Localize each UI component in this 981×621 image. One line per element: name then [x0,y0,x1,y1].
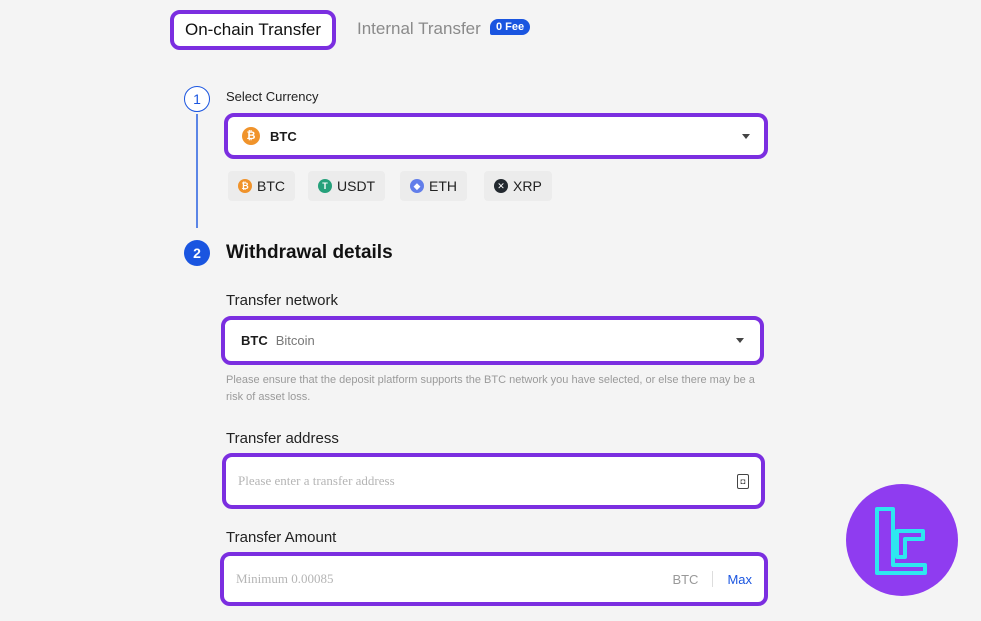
btc-coin-icon: ₿ [242,127,260,145]
tab-onchain-transfer[interactable]: On-chain Transfer [170,10,336,50]
xrp-coin-icon: ✕ [494,179,508,193]
step-2-indicator: 2 [184,240,210,266]
address-book-icon[interactable]: ◘ [737,473,749,489]
currency-select[interactable]: ₿ BTC [224,113,768,159]
brand-logo-mark [875,507,927,575]
amount-unit: BTC [672,571,699,587]
eth-coin-icon: ◆ [410,179,424,193]
network-warning-note: Please ensure that the deposit platform … [226,374,755,403]
network-code: BTC [241,333,268,348]
fee-badge: 0 Fee [490,19,531,35]
chip-xrp-label: XRP [513,178,542,194]
amount-placeholder: Minimum 0.00085 [236,571,334,586]
withdrawal-details-heading: Withdrawal details [226,242,393,263]
amount-divider [712,571,714,587]
chip-eth-label: ETH [429,178,457,194]
tab-internal-transfer[interactable]: Internal Transfer [357,19,481,39]
chip-btc-label: BTC [257,178,285,194]
transfer-network-select[interactable]: BTC Bitcoin [221,316,764,365]
transfer-address-label: Transfer address [226,430,339,447]
max-button[interactable]: Max [727,572,752,587]
step-1-indicator: 1 [184,86,210,112]
address-placeholder: Please enter a transfer address [238,473,395,488]
chevron-down-icon [742,133,750,139]
chip-xrp[interactable]: ✕ XRP [484,171,552,201]
transfer-address-input[interactable]: Please enter a transfer address ◘ [222,453,765,509]
tab-onchain-label: On-chain Transfer [184,20,322,39]
chip-btc[interactable]: ₿ BTC [228,171,295,201]
usdt-coin-icon: T [318,179,332,193]
chip-usdt-label: USDT [337,178,376,194]
network-name: Bitcoin [275,333,315,348]
chevron-down-icon [736,338,744,343]
chip-usdt[interactable]: T USDT [308,171,386,201]
brand-logo [846,484,958,596]
transfer-network-label: Transfer network [226,292,338,309]
chip-eth[interactable]: ◆ ETH [400,171,467,201]
currency-selected-value: BTC [270,128,297,144]
btc-coin-icon: ₿ [238,179,252,193]
select-currency-label: Select Currency [226,89,319,104]
transfer-amount-input[interactable]: Minimum 0.00085 BTC Max [220,552,768,606]
transfer-amount-label: Transfer Amount [226,529,337,546]
step-connector-line [196,114,198,228]
tab-internal-label: Internal Transfer [357,19,481,38]
